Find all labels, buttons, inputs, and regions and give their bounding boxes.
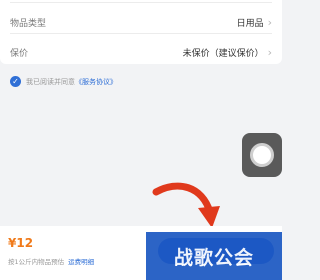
item-type-value-text: 日用品 [236,18,264,29]
divider [10,2,272,3]
form-card: 物品类型 日用品 › 保价 未保价（建议保价） › [0,0,282,64]
checkmark-icon[interactable]: ✓ [10,76,21,87]
insurance-value-text: 未保价（建议保价） [182,48,264,59]
item-type-value: 日用品 › [237,16,272,29]
item-type-label: 物品类型 [10,18,47,29]
price-note-text: 按1公斤内物品预估 [8,258,65,266]
chevron-right-icon: › [267,15,272,29]
price: ¥12 [8,236,34,250]
divider [10,33,272,34]
insurance-row[interactable]: 保价 未保价（建议保价） › [10,40,272,64]
insurance-label: 保价 [10,48,29,59]
agreement: ✓ 我已阅读并同意 《服务协议》 [10,76,117,87]
assistive-touch-button[interactable] [242,133,282,177]
price-note: 按1公斤内物品预估 运费明细 [8,256,94,266]
watermark: 战歌公会 [146,232,282,280]
service-agreement-link[interactable]: 《服务协议》 [75,77,117,87]
agreement-text: 我已阅读并同意 [26,77,75,86]
item-type-row[interactable]: 物品类型 日用品 › [10,10,272,34]
insurance-value: 未保价（建议保价） › [183,46,272,59]
chevron-right-icon: › [267,45,272,59]
fee-detail-link[interactable]: 运费明细 [68,258,94,266]
assistive-touch-icon [250,143,274,167]
